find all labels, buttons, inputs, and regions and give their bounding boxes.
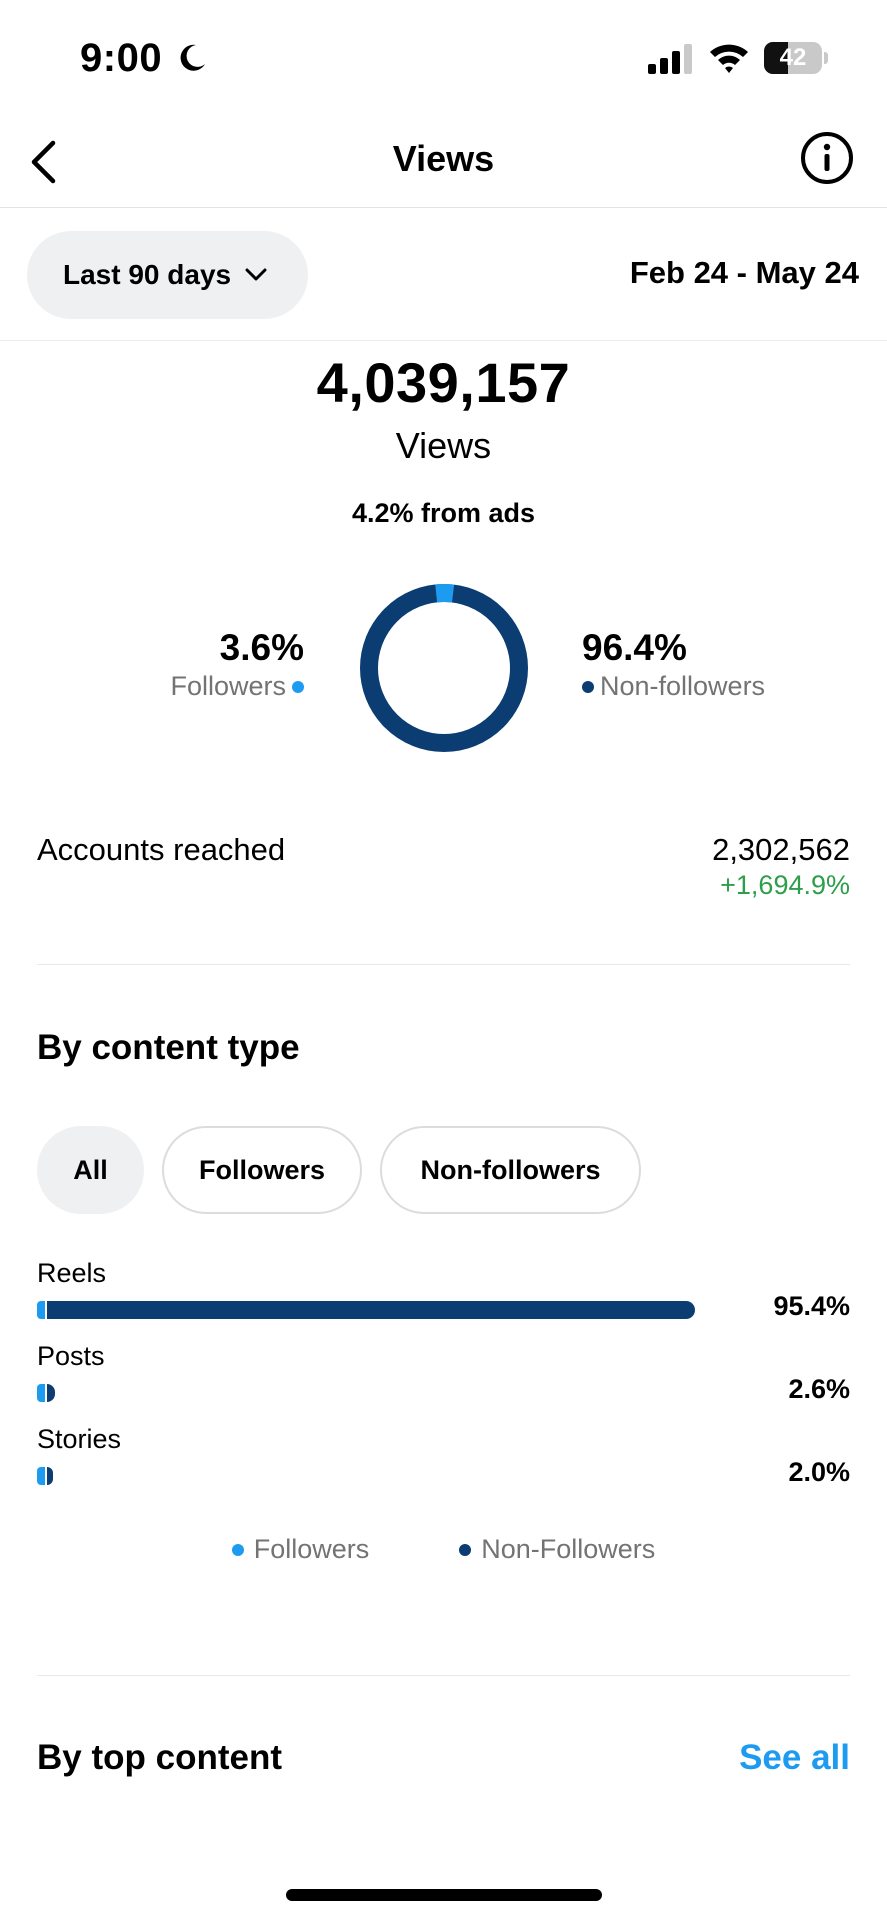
content-type-pct-reels: 95.4% <box>773 1291 850 1321</box>
legend-followers-dot-icon <box>231 1543 244 1556</box>
nonfollowers-split: 96.4% Non-followers <box>582 627 765 702</box>
chip-nonfollowers[interactable]: Non-followers <box>380 1126 641 1214</box>
divider <box>37 1675 850 1676</box>
chevron-down-icon <box>245 268 267 281</box>
content-type-label-posts: Posts <box>37 1341 105 1371</box>
bar-segment-followers <box>37 1301 45 1319</box>
battery-icon: 42 <box>764 42 828 74</box>
cellular-signal-icon <box>648 44 692 74</box>
views-donut-chart <box>360 584 528 753</box>
content-type-title: By content type <box>37 1028 300 1067</box>
top-content-title: By top content <box>37 1738 282 1777</box>
bar-segment-nonfollowers <box>47 1384 55 1402</box>
content-type-bar-stories <box>37 1467 695 1485</box>
ads-note: 4.2% from ads <box>351 498 536 528</box>
filter-row: Last 90 days Feb 24 - May 24 <box>0 209 887 341</box>
total-views-value: 4,039,157 <box>316 351 571 414</box>
accounts-reached-label: Accounts reached <box>37 832 286 867</box>
followers-dot-icon <box>292 680 304 693</box>
legend-nonfollowers-dot-icon <box>459 1543 472 1556</box>
period-label: Last 90 days <box>63 259 232 290</box>
chip-followers[interactable]: Followers <box>162 1126 362 1214</box>
content-type-bar-posts <box>37 1384 695 1402</box>
accounts-reached-value: 2,302,562 <box>712 832 850 867</box>
info-icon[interactable] <box>799 130 855 186</box>
home-indicator[interactable] <box>286 1889 602 1901</box>
legend-followers-label: Followers <box>253 1534 370 1564</box>
moon-icon <box>180 44 205 71</box>
status-time: 9:00 <box>80 36 163 80</box>
bar-segment-followers <box>37 1384 45 1402</box>
content-type-pct-stories: 2.0% <box>788 1457 850 1487</box>
followers-label: Followers <box>170 671 286 701</box>
divider <box>37 964 850 965</box>
chip-all[interactable]: All <box>37 1126 144 1214</box>
total-views-label: Views <box>395 425 492 466</box>
battery-level: 42 <box>779 44 807 71</box>
followers-percentage: 3.6% <box>219 627 304 668</box>
donut-nonfollowers-arc <box>360 584 528 752</box>
see-all-link[interactable]: See all <box>739 1738 850 1778</box>
legend-nonfollowers-label: Non-Followers <box>481 1534 656 1564</box>
followers-split: 3.6% Followers <box>170 627 304 702</box>
content-type-bar-reels <box>37 1301 695 1319</box>
wifi-icon <box>710 44 748 73</box>
bar-segment-nonfollowers <box>47 1467 53 1485</box>
nav-bar: Views <box>0 118 887 208</box>
status-bar: 9:00 42 <box>0 0 887 118</box>
bar-segment-nonfollowers <box>47 1301 695 1319</box>
nonfollowers-percentage: 96.4% <box>582 627 687 668</box>
date-range: Feb 24 - May 24 <box>629 255 859 290</box>
legend-item-nonfollowers: Non-Followers <box>459 1534 655 1565</box>
nonfollowers-dot-icon <box>582 680 594 693</box>
bar-segment-followers <box>37 1467 45 1485</box>
content-type-label-stories: Stories <box>37 1424 122 1454</box>
page-title: Views <box>392 138 495 179</box>
accounts-reached-change: +1,694.9% <box>720 870 850 900</box>
content-type-pct-posts: 2.6% <box>788 1374 850 1404</box>
content-type-legend: Followers Non-Followers <box>0 1534 887 1565</box>
legend-item-followers: Followers <box>231 1534 370 1565</box>
period-dropdown[interactable]: Last 90 days <box>27 231 308 319</box>
content-type-label-reels: Reels <box>37 1258 107 1288</box>
nonfollowers-label: Non-followers <box>600 671 766 701</box>
